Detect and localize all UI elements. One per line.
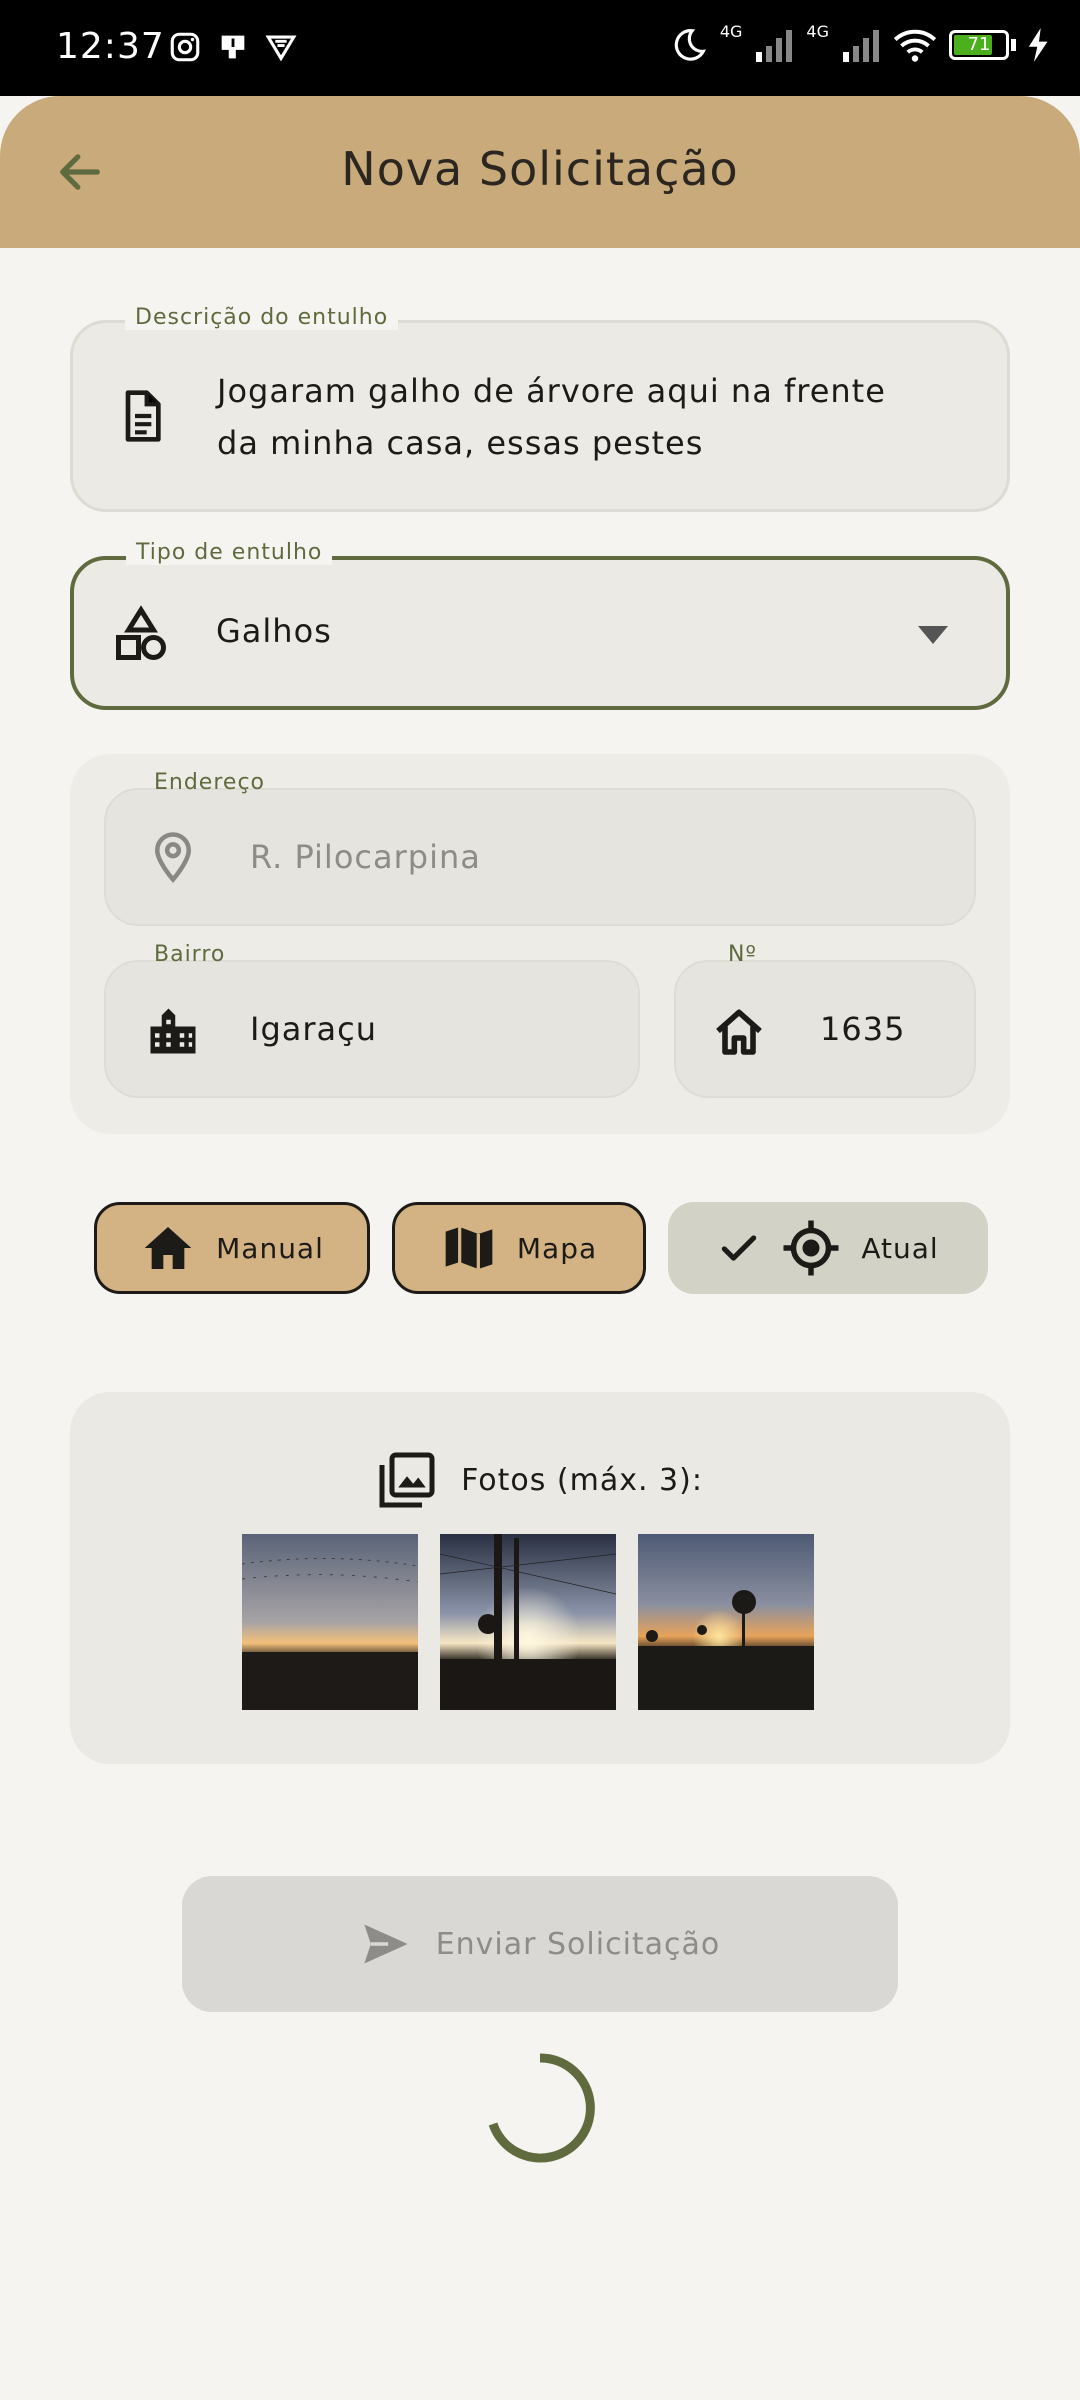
- page-title: Nova Solicitação: [341, 142, 739, 196]
- shapes-icon: [104, 598, 178, 672]
- battery-icon: 71: [949, 30, 1009, 60]
- description-label: Descrição do entulho: [125, 305, 399, 330]
- app-bar: Nova Solicitação: [0, 96, 1080, 248]
- number-field[interactable]: Nº 1635: [674, 942, 976, 1098]
- photos-title: Fotos (máx. 3):: [461, 1462, 703, 1498]
- photos-card: Fotos (máx. 3):: [70, 1392, 1010, 1764]
- vpn-icon: [265, 35, 297, 62]
- submit-request-button[interactable]: Enviar Solicitação: [182, 1876, 898, 2012]
- current-location-button[interactable]: Atual: [668, 1202, 988, 1294]
- photo-thumbnail-3[interactable]: [638, 1534, 814, 1710]
- address-card: Endereço R. Pilocarpina Bairro Igaraçu N…: [70, 754, 1010, 1134]
- neighborhood-field[interactable]: Bairro Igaraçu: [104, 942, 640, 1098]
- send-icon: [364, 1924, 408, 1964]
- manual-label: Manual: [216, 1231, 324, 1265]
- current-label: Atual: [861, 1231, 939, 1265]
- battery-percent: 71: [967, 34, 991, 55]
- city-buildings-icon: [142, 1000, 204, 1062]
- wifi-icon: [893, 29, 937, 62]
- debris-type-value: Galhos: [216, 612, 332, 650]
- map-location-button[interactable]: Mapa: [392, 1202, 646, 1294]
- photo-thumbnail-1[interactable]: [242, 1534, 418, 1710]
- neighborhood-value: Igaraçu: [250, 1010, 377, 1048]
- notification-icons: [168, 30, 298, 64]
- home-icon: [144, 1227, 192, 1269]
- address-value: R. Pilocarpina: [250, 838, 481, 876]
- map-label: Mapa: [516, 1231, 598, 1265]
- gps-target-icon: [783, 1220, 839, 1276]
- neighborhood-label: Bairro: [154, 942, 226, 967]
- do-not-disturb-moon-icon: [674, 29, 706, 61]
- debris-type-label: Tipo de entulho: [126, 540, 333, 565]
- app-notification-icon: [221, 35, 245, 59]
- battery-nub: [1011, 39, 1016, 51]
- system-status-icons: 4G 4G 71: [670, 22, 1050, 64]
- signal-icon-2: [843, 30, 879, 62]
- map-icon: [445, 1227, 493, 1272]
- submit-label: Enviar Solicitação: [435, 1926, 721, 1962]
- photos-header: Fotos (máx. 3):: [70, 1450, 1010, 1510]
- photo-thumbnail-2[interactable]: [440, 1534, 616, 1710]
- manual-location-button[interactable]: Manual: [94, 1202, 370, 1294]
- number-label: Nº: [728, 942, 757, 967]
- network-label-2: 4G: [806, 21, 829, 41]
- address-field[interactable]: Endereço R. Pilocarpina: [104, 770, 976, 926]
- number-value: 1635: [820, 1010, 906, 1048]
- description-value: Jogaram galho de árvore aqui na frente d…: [217, 372, 886, 462]
- photo-library-icon: [379, 1452, 435, 1508]
- description-field[interactable]: Descrição do entulho Jogaram galho de ár…: [70, 305, 1010, 512]
- loading-spinner: [488, 2053, 595, 2163]
- charging-bolt-icon: [1028, 28, 1048, 62]
- address-label: Endereço: [154, 770, 265, 795]
- debris-type-select[interactable]: Tipo de entulho Galhos: [70, 540, 1010, 710]
- dropdown-arrow-icon: [918, 626, 948, 644]
- status-time: 12:37: [56, 26, 165, 67]
- location-pin-icon: [142, 826, 204, 888]
- status-bar: 12:37 4G 4G 71: [0, 0, 1080, 96]
- signal-icon-1: [756, 30, 793, 62]
- instagram-icon: [170, 32, 200, 62]
- check-icon: [722, 1235, 757, 1261]
- network-label-1: 4G: [719, 21, 743, 41]
- document-icon: [105, 379, 179, 453]
- house-outline-icon: [708, 1000, 770, 1062]
